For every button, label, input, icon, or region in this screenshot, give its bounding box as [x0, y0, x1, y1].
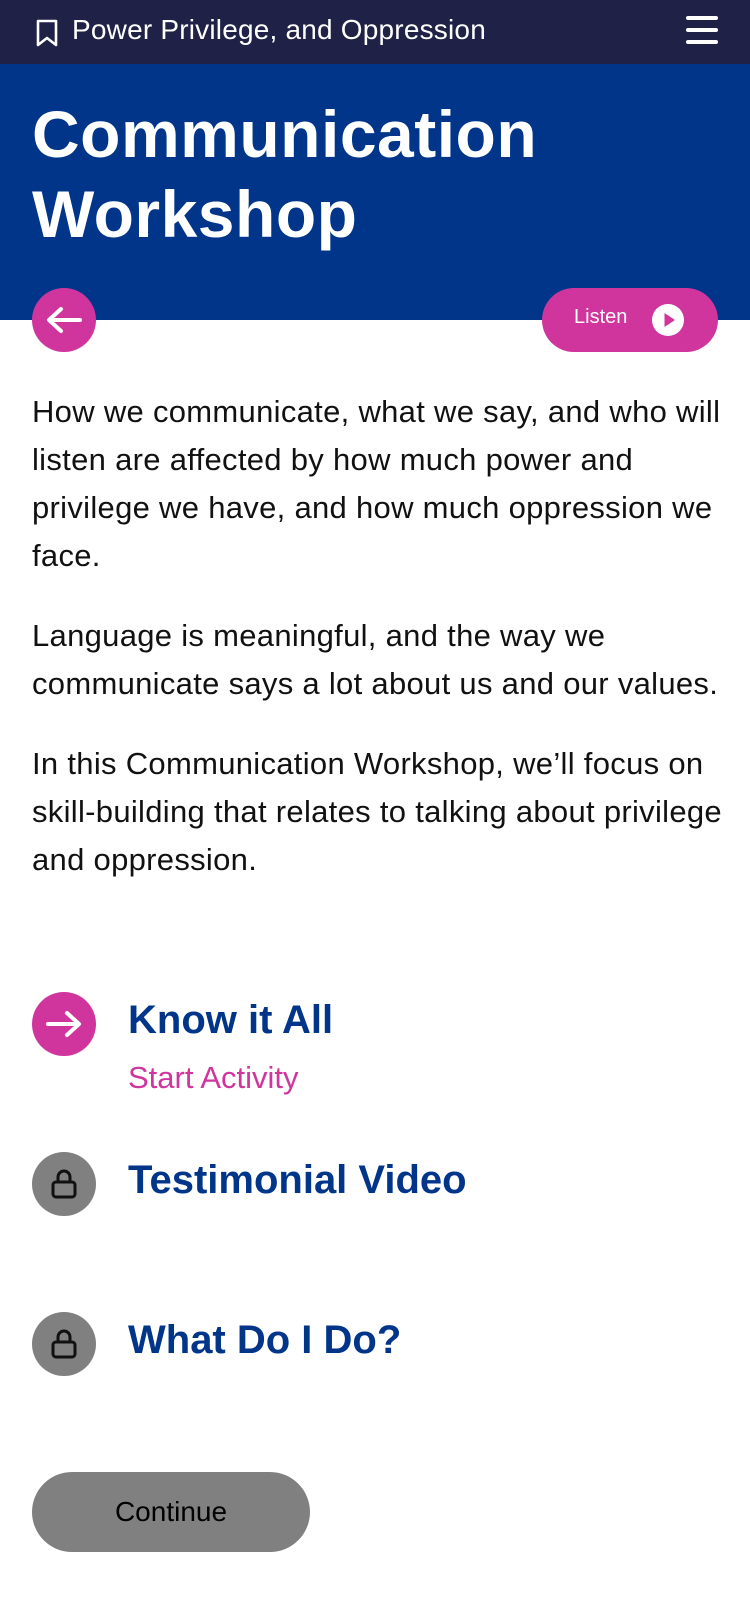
page-title-line-2: Workshop	[32, 177, 358, 251]
top-bar: Power Privilege, and Oppression	[0, 0, 750, 64]
back-button[interactable]	[32, 288, 96, 352]
arrow-right-icon	[46, 1011, 81, 1037]
lock-icon	[51, 1329, 77, 1359]
continue-button[interactable]: Continue	[32, 1472, 310, 1552]
page-title-line-1: Communication	[32, 97, 538, 171]
locked-badge	[32, 1152, 96, 1216]
listen-button[interactable]: Listen	[542, 288, 718, 352]
activity-title: What Do I Do?	[128, 1318, 402, 1362]
page-title: Communication Workshop	[32, 94, 537, 254]
start-activity-button[interactable]	[32, 992, 96, 1056]
bookmark-icon[interactable]	[35, 19, 59, 47]
lock-icon	[51, 1169, 77, 1199]
hero-banner: Communication Workshop	[0, 64, 750, 320]
intro-paragraph: Language is meaningful, and the way we c…	[32, 618, 719, 701]
activity-title: Testimonial Video	[128, 1158, 467, 1202]
locked-badge	[32, 1312, 96, 1376]
start-activity-link[interactable]: Start Activity	[128, 1060, 299, 1096]
listen-label: Listen	[574, 306, 628, 328]
intro-paragraph: How we communicate, what we say, and who…	[32, 394, 721, 573]
activity-title[interactable]: Know it All	[128, 998, 333, 1043]
arrow-left-icon	[47, 307, 82, 333]
play-icon	[652, 304, 684, 336]
module-title: Power Privilege, and Oppression	[72, 14, 486, 45]
hamburger-menu-icon[interactable]	[686, 16, 718, 46]
intro-paragraph: In this Communication Workshop, we’ll fo…	[32, 746, 722, 877]
intro-text: How we communicate, what we say, and who…	[32, 388, 722, 916]
